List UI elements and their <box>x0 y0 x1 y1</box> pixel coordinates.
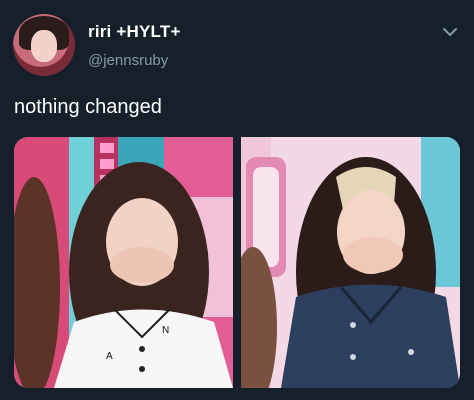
author-row: riri +HYLT+ <box>88 22 181 42</box>
photo-left-image: N A <box>14 137 233 388</box>
svg-text:N: N <box>162 325 169 336</box>
photo-left[interactable]: N A <box>14 137 233 388</box>
photo-right-image <box>241 137 460 388</box>
media-grid: N A <box>14 137 460 388</box>
avatar-face <box>31 30 57 62</box>
svg-text:A: A <box>106 351 113 362</box>
handle[interactable]: @jennsruby <box>88 52 168 69</box>
display-name[interactable]: riri +HYLT+ <box>88 22 181 42</box>
chevron-down-icon[interactable] <box>440 22 460 42</box>
photo-right[interactable] <box>241 137 460 388</box>
tweet-text: nothing changed <box>14 96 162 118</box>
avatar[interactable] <box>13 14 75 76</box>
